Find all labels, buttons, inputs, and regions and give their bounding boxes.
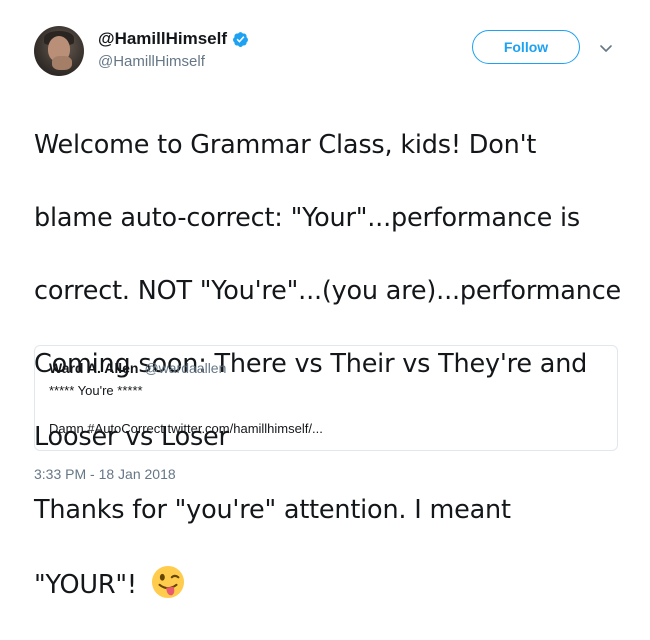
tweet-line: Thanks for "you're" attention. I meant: [34, 494, 511, 525]
quoted-author-name: Ward A. Allen: [49, 360, 139, 376]
tweet-line: correct. NOT "You're"...(you are)...perf…: [34, 275, 621, 306]
quoted-tweet-text: ***** You're *****: [49, 383, 143, 398]
author-handle[interactable]: @HamillHimself: [98, 53, 205, 70]
avatar[interactable]: [34, 26, 84, 76]
verified-badge-icon: [233, 31, 248, 47]
tweet-last-line: "YOUR"!: [34, 565, 634, 604]
quoted-tweet-card[interactable]: Ward A. Allen @wardaallen ***** You're *…: [34, 345, 618, 451]
follow-button[interactable]: Follow: [472, 30, 580, 64]
quoted-tweet-text-link: Damn #AutoCorrect twitter.com/hamillhims…: [49, 421, 323, 436]
author-name-row: @HamillHimself: [98, 29, 249, 49]
avatar-hand: [52, 56, 72, 70]
tweet-line: blame auto-correct: "Your"...performance…: [34, 202, 580, 233]
author-display-name[interactable]: @HamillHimself: [98, 29, 227, 49]
quoted-author-handle: @wardaallen: [144, 360, 227, 376]
winking-face-with-tongue-icon: [151, 565, 184, 598]
tweet-timestamp[interactable]: 3:33 PM - 18 Jan 2018: [34, 466, 176, 482]
tweet-line: Welcome to Grammar Class, kids! Don't: [34, 129, 537, 160]
chevron-down-icon[interactable]: [598, 40, 614, 56]
tweet-line-text: "YOUR"!: [34, 569, 137, 600]
quoted-tweet-header: Ward A. Allen @wardaallen: [49, 360, 226, 376]
